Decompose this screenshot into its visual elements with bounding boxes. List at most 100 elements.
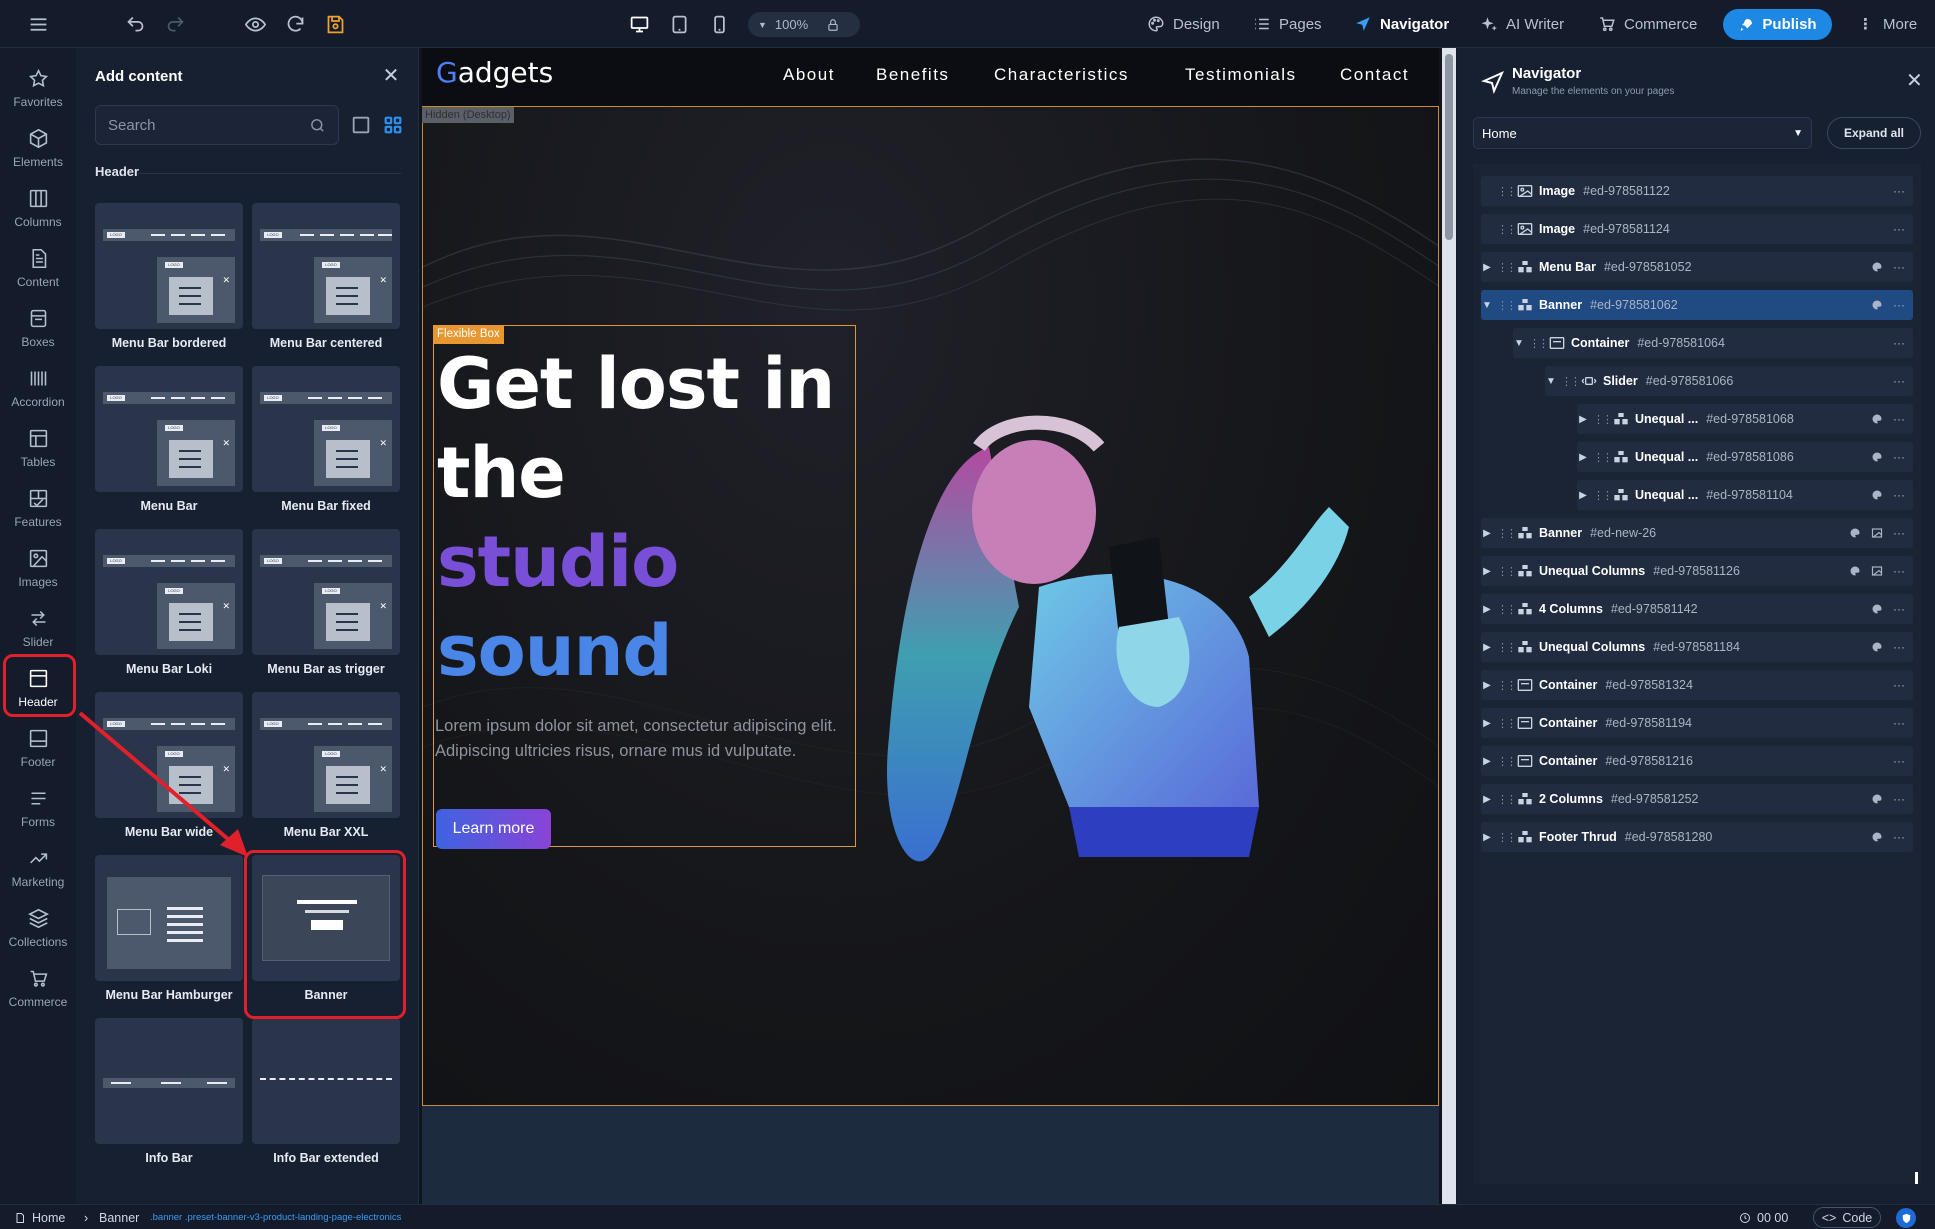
ai-writer-link[interactable]: AI Writer (1480, 0, 1564, 48)
publish-button[interactable]: Publish (1723, 9, 1832, 40)
palette-icon[interactable] (1871, 489, 1883, 501)
menu-item-benefits[interactable]: Benefits (876, 65, 949, 85)
single-view-icon[interactable] (350, 114, 372, 136)
refresh-icon[interactable] (280, 0, 310, 48)
template-tile[interactable]: LOGO LOGO ✕ (252, 529, 400, 655)
more-icon[interactable]: ··· (1893, 754, 1905, 768)
drag-handle-icon[interactable]: ⋮⋮ (1497, 717, 1517, 730)
pages-link[interactable]: Pages (1253, 0, 1322, 48)
palette-icon[interactable] (1871, 299, 1883, 311)
undo-icon[interactable] (120, 0, 150, 48)
design-link[interactable]: Design (1147, 0, 1220, 48)
rail-item-commerce[interactable]: Commerce (0, 958, 76, 1018)
template-tile[interactable]: LOGO LOGO ✕ (95, 529, 243, 655)
more-icon[interactable]: ··· (1893, 640, 1905, 654)
tree-row[interactable]: ▼ ⋮⋮ Banner #ed-978581062 ··· (1481, 290, 1913, 320)
more-icon[interactable]: ··· (1893, 184, 1905, 198)
hero-image[interactable] (869, 407, 1429, 927)
rail-item-forms[interactable]: Forms (0, 778, 76, 838)
breadcrumb-element[interactable]: Banner (99, 1205, 139, 1229)
close-icon[interactable]: ✕ (1906, 68, 1923, 93)
menu-item-testimonials[interactable]: Testimonials (1185, 65, 1297, 85)
more-icon[interactable]: ··· (1893, 298, 1905, 312)
expand-caret-icon[interactable]: ▶ (1577, 414, 1589, 425)
tree-row[interactable]: ▶ ⋮⋮ Menu Bar #ed-978581052 ··· (1481, 252, 1913, 282)
search-input[interactable] (108, 116, 309, 134)
template-tile[interactable]: LOGO LOGO ✕ (252, 692, 400, 818)
palette-icon[interactable] (1871, 831, 1883, 843)
site-menu-bar[interactable]: Gadgets About Benefits Characteristics T… (422, 48, 1439, 106)
expand-caret-icon[interactable]: ▶ (1577, 490, 1589, 501)
search-icon[interactable] (309, 117, 326, 134)
rail-item-collections[interactable]: Collections (0, 898, 76, 958)
tree-row[interactable]: ▶ ⋮⋮ Unequal ... #ed-978581068 ··· (1577, 404, 1913, 434)
drag-handle-icon[interactable]: ⋮⋮ (1497, 755, 1517, 768)
drag-handle-icon[interactable]: ⋮⋮ (1497, 603, 1517, 616)
rail-item-features[interactable]: Features (0, 478, 76, 538)
more-icon[interactable]: ··· (1893, 526, 1905, 540)
palette-icon[interactable] (1871, 793, 1883, 805)
template-tile[interactable] (95, 1018, 243, 1144)
expand-caret-icon[interactable]: ▶ (1481, 756, 1493, 767)
page-select[interactable]: Home ▼ (1473, 117, 1812, 149)
rail-item-marketing[interactable]: Marketing (0, 838, 76, 898)
tree-row[interactable]: ▶ ⋮⋮ Banner #ed-new-26 ··· (1481, 518, 1913, 548)
rail-item-elements[interactable]: Elements (0, 118, 76, 178)
expand-caret-icon[interactable]: ▶ (1481, 680, 1493, 691)
hero-headline[interactable]: Get lost in the studio sound (437, 340, 857, 696)
rail-item-tables[interactable]: Tables (0, 418, 76, 478)
canvas-scrollbar[interactable] (1442, 48, 1456, 1204)
rail-item-favorites[interactable]: Favorites (0, 58, 76, 118)
drag-handle-icon[interactable]: ⋮⋮ (1497, 641, 1517, 654)
zoom-select[interactable]: ▼ 100% (748, 12, 860, 37)
drag-handle-icon[interactable]: ⋮⋮ (1497, 261, 1517, 274)
rail-item-content[interactable]: Content (0, 238, 76, 298)
eye-icon[interactable] (240, 0, 270, 48)
more-icon[interactable]: ··· (1893, 792, 1905, 806)
tree-row[interactable]: ▶ ⋮⋮ Unequal Columns #ed-978581126 ··· (1481, 556, 1913, 586)
more-icon[interactable]: ··· (1893, 450, 1905, 464)
more-icon[interactable]: ··· (1893, 260, 1905, 274)
code-button[interactable]: <> Code (1813, 1207, 1881, 1228)
tree-row[interactable]: ▶ ⋮⋮ Container #ed-978581216 ··· (1481, 746, 1913, 776)
save-icon[interactable] (320, 0, 350, 48)
background-image-icon[interactable] (1871, 565, 1883, 577)
expand-caret-icon[interactable]: ▶ (1481, 718, 1493, 729)
palette-icon[interactable] (1871, 451, 1883, 463)
expand-caret-icon[interactable]: ▶ (1481, 794, 1493, 805)
drag-handle-icon[interactable]: ⋮⋮ (1497, 185, 1517, 198)
expand-caret-icon[interactable]: ▶ (1481, 262, 1493, 273)
more-icon[interactable]: ··· (1893, 336, 1905, 350)
template-tile[interactable]: LOGO LOGO ✕ (252, 203, 400, 329)
drag-handle-icon[interactable]: ⋮⋮ (1497, 223, 1517, 236)
tablet-view-icon[interactable] (664, 0, 694, 48)
hero-paragraph[interactable]: Lorem ipsum dolor sit amet, consectetur … (435, 714, 855, 764)
collapse-caret-icon[interactable]: ▼ (1513, 338, 1525, 349)
tree-row[interactable]: ▶ ⋮⋮ Footer Thrud #ed-978581280 ··· (1481, 822, 1913, 852)
collapse-caret-icon[interactable]: ▼ (1481, 300, 1493, 311)
rail-item-footer[interactable]: Footer (0, 718, 76, 778)
menu-item-contact[interactable]: Contact (1340, 65, 1409, 85)
breadcrumb-home[interactable]: Home (14, 1205, 65, 1229)
drag-handle-icon[interactable]: ⋮⋮ (1497, 793, 1517, 806)
more-icon[interactable]: ··· (1893, 716, 1905, 730)
learn-more-button[interactable]: Learn more (436, 809, 551, 849)
expand-caret-icon[interactable]: ▶ (1481, 642, 1493, 653)
hamburger-icon[interactable] (23, 0, 53, 48)
drag-handle-icon[interactable]: ⋮⋮ (1561, 375, 1581, 388)
tree-row[interactable]: ▶ ⋮⋮ Unequal ... #ed-978581086 ··· (1577, 442, 1913, 472)
template-tile[interactable]: LOGO LOGO ✕ (95, 203, 243, 329)
palette-icon[interactable] (1871, 413, 1883, 425)
expand-caret-icon[interactable]: ▶ (1481, 604, 1493, 615)
tree-row[interactable]: ⋮⋮ Image #ed-978581124 ··· (1481, 214, 1913, 244)
drag-handle-icon[interactable]: ⋮⋮ (1593, 413, 1613, 426)
shield-icon[interactable] (1896, 1208, 1916, 1228)
rail-item-boxes[interactable]: Boxes (0, 298, 76, 358)
close-icon[interactable]: ✕ (381, 66, 401, 86)
tree-row[interactable]: ▶ ⋮⋮ 4 Columns #ed-978581142 ··· (1481, 594, 1913, 624)
palette-icon[interactable] (1871, 641, 1883, 653)
expand-caret-icon[interactable]: ▶ (1481, 832, 1493, 843)
tree-row[interactable]: ▶ ⋮⋮ Container #ed-978581324 ··· (1481, 670, 1913, 700)
more-menu[interactable]: ⋮ More (1858, 0, 1917, 48)
lock-icon[interactable] (826, 18, 840, 32)
